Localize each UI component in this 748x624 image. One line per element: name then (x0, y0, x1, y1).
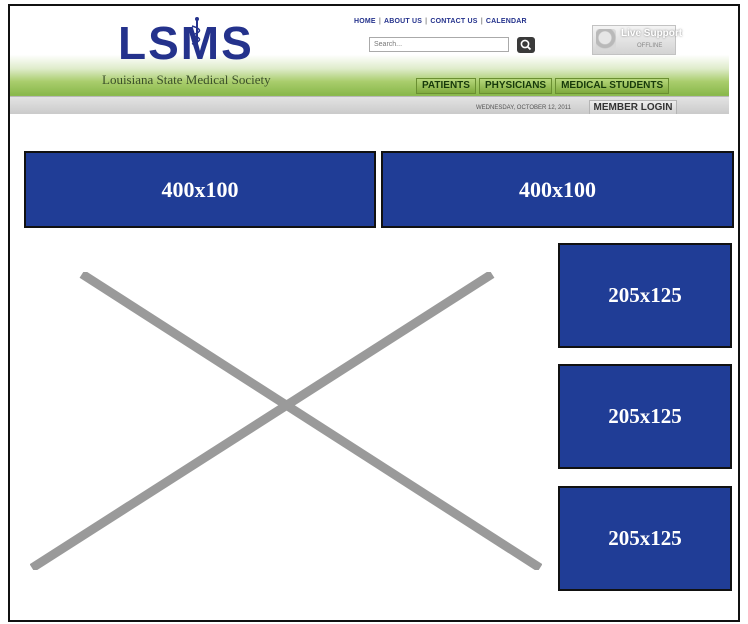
live-support-status: OFFLINE (637, 43, 663, 49)
ad-side-2[interactable]: 205x125 (558, 364, 732, 469)
logo-subtitle: Louisiana State Medical Society (102, 72, 271, 87)
ad-banner-top-right[interactable]: 400x100 (381, 151, 734, 228)
nav-tab-medical-students[interactable]: MEDICAL STUDENTS (555, 78, 670, 94)
image-placeholder-x-icon (30, 272, 542, 570)
search-button[interactable] (517, 37, 535, 53)
top-link-home[interactable]: HOME (354, 18, 376, 25)
member-login-button[interactable]: MEMBER LOGIN (589, 100, 677, 114)
live-support-title: Live Support (621, 28, 683, 39)
nav-tab-physicians[interactable]: PHYSICIANS (478, 78, 553, 94)
nav-tab-patients[interactable]: PATIENTS (416, 78, 476, 94)
top-link-about-us[interactable]: ABOUT US (384, 18, 422, 25)
top-link-contact-us[interactable]: CONTACT US (430, 18, 477, 25)
current-date: WEDNESDAY, OCTOBER 12, 2011 (476, 105, 571, 111)
top-link-calendar[interactable]: CALENDAR (486, 18, 527, 25)
ad-side-3[interactable]: 205x125 (558, 486, 732, 591)
link-separator: | (480, 18, 483, 25)
support-agent-avatar (596, 29, 616, 51)
search-icon (520, 39, 532, 51)
link-separator: | (378, 18, 381, 25)
ad-side-1[interactable]: 205x125 (558, 243, 732, 348)
search-input[interactable]: Search... (369, 37, 509, 52)
lsms-logo[interactable]: LSMS (118, 20, 254, 66)
site-header: LSMS Louisiana State Medical Society HOM… (10, 6, 729, 114)
ad-banner-top-left[interactable]: 400x100 (24, 151, 376, 228)
live-support-widget[interactable]: Live Support OFFLINE (592, 25, 682, 55)
main-nav: PATIENTS PHYSICIANS MEDICAL STUDENTS (416, 78, 672, 94)
caduceus-icon (189, 17, 201, 54)
top-links: HOME | ABOUT US | CONTACT US | CALENDAR (354, 18, 527, 30)
